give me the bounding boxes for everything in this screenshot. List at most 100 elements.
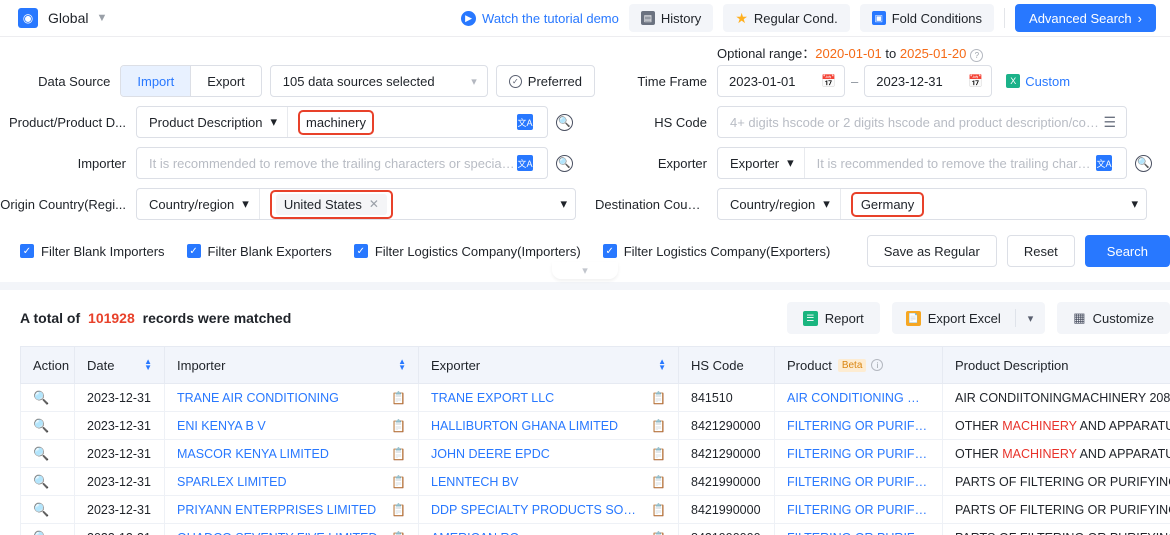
- sort-icon[interactable]: ▲ ▼: [398, 358, 406, 372]
- row-importer[interactable]: SPARLEX LIMITED 📋: [164, 467, 419, 496]
- copy-icon[interactable]: 📋: [383, 419, 406, 433]
- copy-icon[interactable]: 📋: [643, 419, 666, 433]
- sort-icon[interactable]: ▲ ▼: [658, 358, 666, 372]
- checkbox-filter-blank-importers[interactable]: ✓ Filter Blank Importers: [20, 244, 165, 259]
- regular-cond-button[interactable]: ★ Regular Cond.: [723, 4, 850, 32]
- collapse-panel-button[interactable]: ▾: [552, 262, 618, 279]
- search-assist-icon[interactable]: 🔍: [1135, 154, 1152, 172]
- customize-button[interactable]: ▦ Customize: [1057, 302, 1170, 334]
- origin-type-select[interactable]: Country/region ▾: [137, 189, 260, 219]
- export-tab[interactable]: Export: [191, 66, 261, 96]
- fold-conditions-button[interactable]: ▣ Fold Conditions: [859, 4, 995, 32]
- search-assist-icon[interactable]: 🔍: [556, 154, 573, 172]
- importer-name[interactable]: MASCOR KENYA LIMITED: [177, 447, 329, 461]
- report-button[interactable]: ☰ Report: [786, 302, 880, 334]
- copy-icon[interactable]: 📋: [643, 447, 666, 461]
- exporter-name[interactable]: HALLIBURTON GHANA LIMITED: [431, 419, 618, 433]
- search-assist-icon[interactable]: 🔍: [556, 113, 573, 131]
- table-row[interactable]: 🔍 2023-12-31 QUADCO SEVENTY FIVE LIMITED…: [20, 523, 1170, 535]
- row-action[interactable]: 🔍: [20, 383, 75, 412]
- importer-name[interactable]: PRIYANN ENTERPRISES LIMITED: [177, 503, 376, 517]
- row-exporter[interactable]: JOHN DEERE EPDC 📋: [418, 439, 679, 468]
- exporter-name[interactable]: AMERICAN RO: [431, 531, 519, 535]
- view-detail-icon[interactable]: 🔍: [33, 530, 49, 535]
- checkbox-filter-logistics-exporters[interactable]: ✓ Filter Logistics Company(Exporters): [602, 244, 830, 259]
- destination-value-input[interactable]: Germany ▾: [841, 189, 1146, 219]
- table-row[interactable]: 🔍 2023-12-31 MASCOR KENYA LIMITED 📋 JOHN …: [20, 439, 1170, 468]
- table-row[interactable]: 🔍 2023-12-31 PRIYANN ENTERPRISES LIMITED…: [20, 495, 1170, 524]
- exporter-name[interactable]: LENNTECH BV: [431, 475, 519, 489]
- chevron-down-icon[interactable]: ▾: [560, 196, 567, 212]
- translate-icon[interactable]: 文A: [517, 155, 533, 171]
- row-product[interactable]: FILTERING OR PURIFYIN...: [774, 523, 943, 535]
- importer-name[interactable]: TRANE AIR CONDITIONING: [177, 391, 339, 405]
- exporter-type-select[interactable]: Exporter ▾: [718, 148, 805, 178]
- view-detail-icon[interactable]: 🔍: [33, 418, 49, 433]
- importer-input-inner[interactable]: It is recommended to remove the trailing…: [137, 148, 547, 178]
- view-detail-icon[interactable]: 🔍: [33, 502, 49, 517]
- column-exporter[interactable]: Exporter ▲ ▼: [418, 346, 679, 384]
- chevron-down-icon[interactable]: ▾: [1131, 196, 1138, 212]
- row-exporter[interactable]: LENNTECH BV 📋: [418, 467, 679, 496]
- exporter-name[interactable]: TRANE EXPORT LLC: [431, 391, 554, 405]
- import-export-toggle[interactable]: Import Export: [120, 65, 262, 97]
- row-exporter[interactable]: DDP SPECIALTY PRODUCTS SOUTH AFRIC...📋: [418, 495, 679, 524]
- importer-name[interactable]: QUADCO SEVENTY FIVE LIMITED: [177, 531, 378, 535]
- copy-icon[interactable]: 📋: [643, 503, 666, 517]
- chevron-down-icon[interactable]: ▼: [96, 12, 107, 24]
- row-action[interactable]: 🔍: [20, 523, 75, 535]
- copy-icon[interactable]: 📋: [643, 475, 666, 489]
- row-action[interactable]: 🔍: [20, 467, 75, 496]
- row-product[interactable]: FILTERING OR PURIFYIN...: [774, 467, 943, 496]
- exporter-keyword-input[interactable]: It is recommended to remove the trailing…: [805, 148, 1126, 178]
- column-date[interactable]: Date ▲ ▼: [74, 346, 165, 384]
- row-exporter[interactable]: TRANE EXPORT LLC 📋: [418, 383, 679, 412]
- start-date-input[interactable]: 2023-01-01 📅: [717, 65, 845, 97]
- export-options-dropdown[interactable]: ▾: [1016, 312, 1046, 325]
- view-detail-icon[interactable]: 🔍: [33, 390, 49, 405]
- row-importer[interactable]: TRANE AIR CONDITIONING 📋: [164, 383, 419, 412]
- origin-value-input[interactable]: United States ✕ ▾: [260, 189, 575, 219]
- copy-icon[interactable]: 📋: [383, 531, 406, 535]
- copy-icon[interactable]: 📋: [383, 391, 406, 405]
- row-product[interactable]: AIR CONDITIONING MA...: [774, 383, 943, 412]
- importer-name[interactable]: SPARLEX LIMITED: [177, 475, 287, 489]
- row-importer[interactable]: QUADCO SEVENTY FIVE LIMITED 📋: [164, 523, 419, 535]
- row-importer[interactable]: MASCOR KENYA LIMITED 📋: [164, 439, 419, 468]
- exporter-name[interactable]: JOHN DEERE EPDC: [431, 447, 550, 461]
- column-importer[interactable]: Importer ▲ ▼: [164, 346, 419, 384]
- reset-button[interactable]: Reset: [1006, 235, 1075, 267]
- view-detail-icon[interactable]: 🔍: [33, 474, 49, 489]
- copy-icon[interactable]: 📋: [383, 447, 406, 461]
- copy-icon[interactable]: 📋: [383, 503, 406, 517]
- advanced-search-button[interactable]: Advanced Search ›: [1015, 4, 1156, 32]
- copy-icon[interactable]: 📋: [383, 475, 406, 489]
- end-date-input[interactable]: 2023-12-31 📅: [864, 65, 993, 97]
- translate-icon[interactable]: 文A: [517, 114, 533, 130]
- view-detail-icon[interactable]: 🔍: [33, 446, 49, 461]
- checkbox-filter-blank-exporters[interactable]: ✓ Filter Blank Exporters: [186, 244, 332, 259]
- history-button[interactable]: ▤ History: [628, 4, 714, 32]
- row-exporter[interactable]: HALLIBURTON GHANA LIMITED 📋: [418, 411, 679, 440]
- search-button[interactable]: Search: [1084, 235, 1170, 267]
- sort-icon[interactable]: ▲ ▼: [144, 358, 152, 372]
- copy-icon[interactable]: 📋: [643, 391, 666, 405]
- save-as-regular-button[interactable]: Save as Regular: [866, 235, 997, 267]
- translate-icon[interactable]: 文A: [1096, 155, 1112, 171]
- importer-name[interactable]: ENI KENYA B V: [177, 419, 266, 433]
- row-product[interactable]: FILTERING OR PURIFYIN...: [774, 439, 943, 468]
- destination-type-select[interactable]: Country/region ▾: [718, 189, 841, 219]
- custom-range-button[interactable]: X Custom: [1006, 74, 1070, 89]
- export-excel-button[interactable]: 📄 Export Excel: [892, 310, 1015, 326]
- table-row[interactable]: 🔍 2023-12-31 ENI KENYA B V 📋 HALLIBURTON …: [20, 411, 1170, 440]
- data-sources-select[interactable]: 105 data sources selected ▾: [269, 65, 488, 97]
- checkbox-filter-logistics-importers[interactable]: ✓ Filter Logistics Company(Importers): [353, 244, 581, 259]
- row-product[interactable]: FILTERING OR PURIFYIN...: [774, 411, 943, 440]
- hs-code-input[interactable]: 4+ digits hscode or 2 digits hscode and …: [717, 106, 1127, 138]
- copy-icon[interactable]: 📋: [643, 531, 666, 535]
- product-keyword-input[interactable]: machinery 文A: [288, 107, 547, 137]
- import-tab[interactable]: Import: [121, 66, 191, 96]
- row-exporter[interactable]: AMERICAN RO 📋: [418, 523, 679, 535]
- product-type-select[interactable]: Product Description ▾: [137, 107, 288, 137]
- row-importer[interactable]: PRIYANN ENTERPRISES LIMITED 📋: [164, 495, 419, 524]
